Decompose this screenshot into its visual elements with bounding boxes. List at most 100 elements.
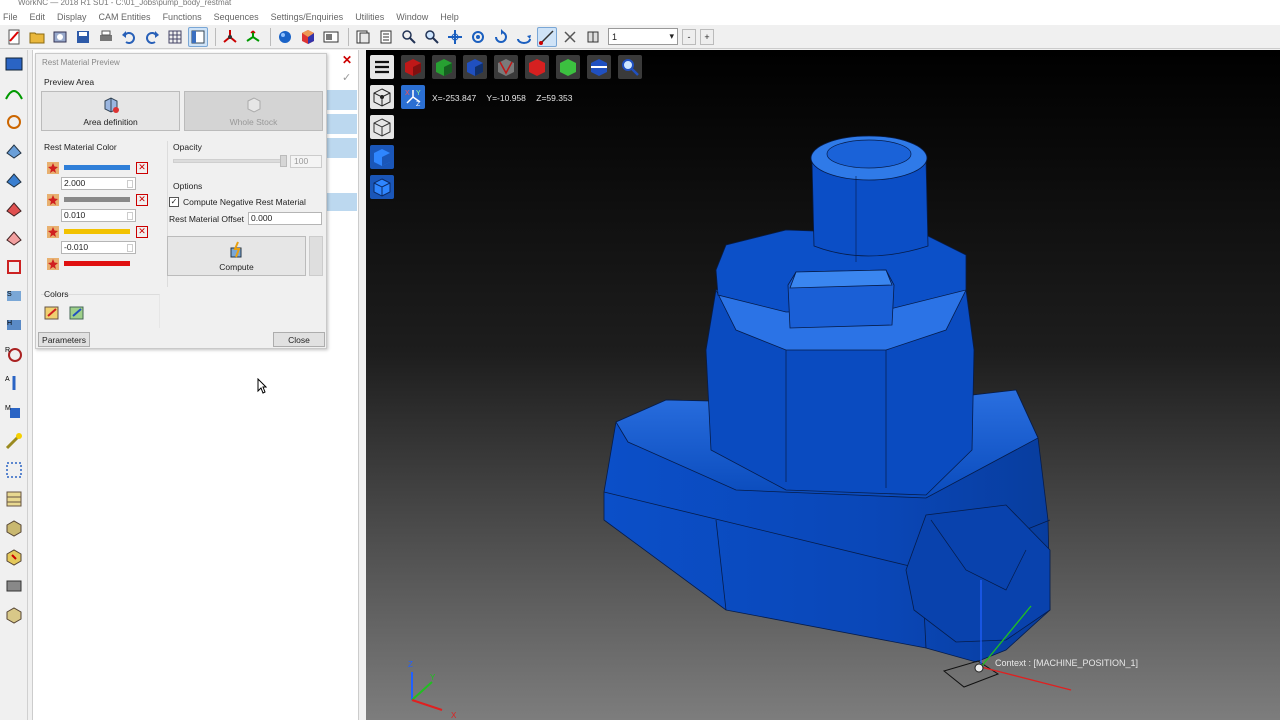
finishing-tool-icon[interactable] [2,168,26,192]
redo-icon[interactable] [142,27,162,47]
opacity-input[interactable]: 100 [290,155,322,168]
print-icon[interactable] [96,27,116,47]
tool-s-icon[interactable]: S [2,284,26,308]
wand-tool-icon[interactable] [2,429,26,453]
graphics-viewport[interactable]: XYZ X=-253.847 Y=-10.958 Z=59.353 Z Y X … [366,50,1280,720]
menu-functions[interactable]: Functions [163,12,202,22]
zoom-icon[interactable] [422,27,442,47]
close-button[interactable]: Close [273,332,325,347]
threshold-input-2[interactable]: 0.010 [61,209,136,222]
threshold-input-1[interactable]: 2.000 [61,177,136,190]
remove-color-icon[interactable]: ✕ [136,193,148,206]
machine-tool-icon[interactable] [2,574,26,598]
spin-icon[interactable] [127,212,133,220]
menu-help[interactable]: Help [440,12,459,22]
area-definition-icon [104,97,119,113]
rest-tool-icon[interactable] [2,197,26,221]
undo-icon[interactable] [119,27,139,47]
pan-icon[interactable] [445,27,465,47]
tool-a-icon[interactable]: A [2,371,26,395]
remove-color-icon[interactable]: ✕ [136,161,148,174]
view-icon[interactable] [583,27,603,47]
tool-h-icon[interactable]: H [2,313,26,337]
menu-display[interactable]: Display [57,12,87,22]
spin-icon[interactable] [491,27,511,47]
compute-button[interactable]: Compute [167,236,306,276]
color-picker-star-icon[interactable] [46,257,59,270]
offset-input[interactable]: 0.000 [248,212,322,225]
box-tool-icon[interactable] [2,516,26,540]
zoom-window-icon[interactable] [399,27,419,47]
table-tool-icon[interactable] [2,487,26,511]
remove-color-icon[interactable]: ✕ [136,225,148,238]
roughing-tool-icon[interactable] [2,139,26,163]
layers-icon[interactable] [353,27,373,47]
orbit-icon[interactable] [514,27,534,47]
snap-icon[interactable] [537,26,557,47]
compute-options-button[interactable] [309,236,323,276]
save-icon[interactable] [73,27,93,47]
tool-r-icon[interactable]: R [2,342,26,366]
parameters-button[interactable]: Parameters [38,332,90,347]
minus-button[interactable]: - [682,28,696,45]
curve-tool-icon[interactable] [2,81,26,105]
screen-icon[interactable] [321,27,341,47]
spin-icon[interactable] [127,180,133,188]
compute-negative-checkbox[interactable]: ✓ [169,197,179,207]
cube-color-icon[interactable] [298,27,318,47]
document-icon[interactable] [376,27,396,47]
menu-edit[interactable]: Edit [30,12,46,22]
threshold-value-1: 2.000 [64,178,86,188]
color-bar-gray[interactable] [64,197,130,202]
panel-selection-strip [326,138,357,158]
toolbar-separator [270,27,271,46]
contour-tool-icon[interactable] [2,110,26,134]
color-bar-yellow[interactable] [64,229,130,234]
panel-close-icon[interactable]: ✕ [342,54,354,66]
sphere-icon[interactable] [275,27,295,47]
import-icon[interactable] [50,27,70,47]
measure-icon[interactable] [560,27,580,47]
axis-triad-icon[interactable] [220,27,240,47]
whole-stock-button[interactable]: Whole Stock [184,91,323,131]
menu-window[interactable]: Window [396,12,428,22]
select-tool-icon[interactable] [2,458,26,482]
opacity-value: 100 [294,156,309,166]
compute-label: Compute [219,262,254,272]
menu-utilities[interactable]: Utilities [355,12,384,22]
threshold-input-3[interactable]: -0.010 [61,241,136,254]
spark-tool-icon[interactable] [2,545,26,569]
offset-label: Rest Material Offset [169,214,244,224]
pump-body-model[interactable]: Z Y X [366,50,1280,720]
view-select[interactable]: 1 ▾ [608,28,678,45]
menu-settings[interactable]: Settings/Enquiries [271,12,344,22]
stock-tool-icon[interactable] [2,52,26,76]
report-tool-icon[interactable] [2,603,26,627]
color-picker-star-icon[interactable] [46,161,59,174]
color-picker-star-icon[interactable] [46,193,59,206]
offset-value: 0.000 [251,213,273,223]
spin-icon[interactable] [127,244,133,252]
menu-file[interactable]: File [3,12,18,22]
plus-button[interactable]: + [700,28,714,45]
opacity-slider[interactable] [173,159,285,163]
grid-icon[interactable] [165,27,185,47]
color-bar-red[interactable] [64,261,130,266]
menu-sequences[interactable]: Sequences [214,12,259,22]
panel-check-icon[interactable]: ✓ [342,72,354,84]
drill-tool-icon[interactable] [2,255,26,279]
save-colors-icon[interactable] [68,304,86,322]
load-colors-icon[interactable] [43,304,61,322]
menu-cam-entities[interactable]: CAM Entities [99,12,151,22]
area-definition-button[interactable]: Area definition [41,91,180,131]
panel-icon[interactable] [188,26,208,47]
color-bar-blue[interactable] [64,165,130,170]
opacity-slider-handle[interactable] [280,155,287,167]
frame-icon[interactable] [243,27,263,47]
open-folder-icon[interactable] [27,27,47,47]
color-picker-star-icon[interactable] [46,225,59,238]
pencil-tool-icon[interactable] [2,226,26,250]
rotate-icon[interactable] [468,27,488,47]
tool-m-icon[interactable]: M [2,400,26,424]
new-icon[interactable] [4,27,24,47]
